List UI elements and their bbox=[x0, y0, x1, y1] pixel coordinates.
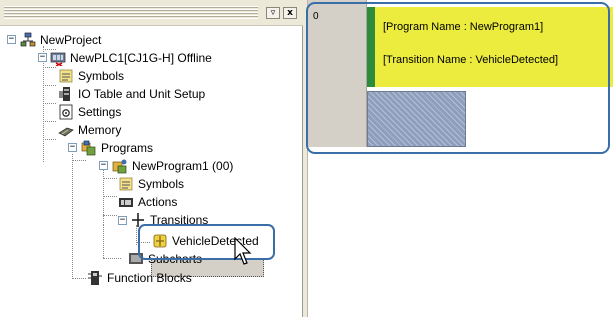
project-workspace-panel: ▿ x − − − − − NewProject NewPLC1[CJ1G-H]… bbox=[0, 0, 303, 317]
symbols-icon bbox=[59, 69, 73, 83]
tree-item-symbols[interactable]: Symbols bbox=[58, 67, 124, 85]
tree-item-label: Settings bbox=[78, 105, 122, 119]
callout-highlight-tree-item bbox=[138, 224, 275, 260]
tree-item-label: Memory bbox=[78, 123, 122, 137]
restore-button[interactable]: ▿ bbox=[266, 7, 280, 19]
close-button[interactable]: x bbox=[283, 7, 297, 19]
tree-item-label: Actions bbox=[138, 195, 178, 209]
panel-titlebar: ▿ x bbox=[0, 0, 303, 26]
tree-item-plc[interactable]: NewPLC1[CJ1G-H] Offline bbox=[50, 49, 212, 67]
tree-item-label: NewPLC1[CJ1G-H] Offline bbox=[70, 51, 212, 65]
mouse-pointer-icon bbox=[234, 237, 252, 265]
tree-item-programs[interactable]: Programs bbox=[81, 139, 153, 157]
callout-highlight-editor bbox=[306, 2, 610, 154]
tree-item-label: Symbols bbox=[138, 177, 185, 191]
program-icon bbox=[112, 159, 127, 174]
programs-icon bbox=[81, 140, 96, 156]
function-blocks-icon bbox=[88, 271, 102, 285]
io-table-icon bbox=[59, 87, 70, 101]
plc-icon bbox=[50, 52, 66, 66]
tree-item-program-symbols[interactable]: Symbols bbox=[118, 175, 184, 193]
symbols-icon bbox=[119, 177, 133, 191]
tree-item-label: Programs bbox=[101, 141, 154, 155]
panel-grip[interactable] bbox=[4, 6, 258, 19]
plc-collapse-toggle[interactable]: − bbox=[38, 53, 47, 62]
project-collapse-toggle[interactable]: − bbox=[7, 35, 16, 44]
tree-item-project[interactable]: NewProject bbox=[20, 31, 101, 49]
tree-item-actions[interactable]: Actions bbox=[118, 193, 177, 211]
tree-item-function-blocks[interactable]: Function Blocks bbox=[87, 269, 192, 287]
tree-item-program1[interactable]: NewProgram1 (00) bbox=[112, 157, 233, 175]
tree-item-label: Function Blocks bbox=[107, 271, 192, 285]
tree-item-label: NewProgram1 (00) bbox=[132, 159, 234, 173]
programs-collapse-toggle[interactable]: − bbox=[68, 143, 77, 152]
network-icon bbox=[20, 32, 36, 47]
tree-item-label: Symbols bbox=[78, 69, 125, 83]
program-collapse-toggle[interactable]: − bbox=[99, 161, 108, 170]
memory-icon bbox=[58, 127, 74, 137]
tree-item-label: IO Table and Unit Setup bbox=[78, 87, 206, 101]
tree-item-label: NewProject bbox=[40, 33, 102, 47]
tree-item-settings[interactable]: Settings bbox=[58, 103, 121, 121]
tree-item-io-table[interactable]: IO Table and Unit Setup bbox=[58, 85, 205, 103]
actions-icon bbox=[119, 198, 133, 207]
settings-icon bbox=[59, 104, 73, 120]
transitions-collapse-toggle[interactable]: − bbox=[118, 216, 127, 225]
project-tree: − − − − − NewProject NewPLC1[CJ1G-H] Off… bbox=[0, 26, 302, 317]
tree-item-memory[interactable]: Memory bbox=[58, 121, 121, 139]
